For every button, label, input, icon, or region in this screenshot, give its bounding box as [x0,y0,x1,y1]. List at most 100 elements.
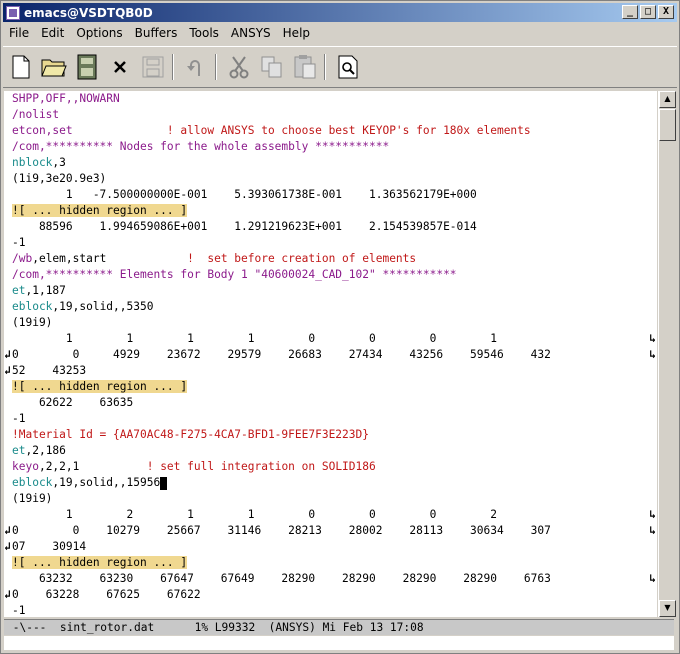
close-button[interactable]: X [658,5,674,19]
line-wrap-icon: ↳ [649,524,656,537]
save-as-button[interactable] [138,52,168,82]
minibuffer[interactable] [4,636,674,650]
scroll-down-arrow-icon[interactable]: ▼ [659,600,676,617]
editor-buffer[interactable]: SHPP,OFF,,NOWARN/nolist etcon,set ! allow… [4,91,657,617]
save-disk-icon [77,54,97,80]
tool-bar [3,46,677,88]
emacs-window: emacs@VSDTQB0D _ □ X File Edit Options B… [0,0,680,654]
menu-options[interactable]: Options [70,26,128,40]
code-token: ! set before creation of elements [106,252,417,265]
code-line[interactable]: -1 [4,235,657,251]
line-wrap-icon: ↳ [649,332,656,345]
menu-tools[interactable]: Tools [183,26,225,40]
code-line[interactable]: (1i9,3e20.9e3) [4,171,657,187]
cut-button[interactable] [224,52,254,82]
code-token: -1 [12,236,26,249]
code-token: /wb [12,252,33,265]
menu-help[interactable]: Help [277,26,316,40]
code-token: /com,********** Nodes for the whole asse… [12,140,390,153]
title-bar[interactable]: emacs@VSDTQB0D _ □ X [3,3,677,22]
search-button[interactable] [333,52,363,82]
code-line[interactable]: 1 1 1 1 0 0 0 1 ↳ [4,331,657,347]
code-line[interactable]: et,1,187 [4,283,657,299]
line-continuation-icon: ↲ [4,348,11,361]
code-token: /com,********** Elements for Body 1 "406… [12,268,457,281]
code-line[interactable]: ↲ 0 0 4929 23672 29579 26683 27434 43256 … [4,347,657,363]
menu-ansys[interactable]: ANSYS [225,26,277,40]
code-line[interactable]: /com,********** Nodes for the whole asse… [4,139,657,155]
code-line[interactable]: /wb,elem,start ! set before creation of … [4,251,657,267]
new-file-icon [12,55,30,79]
scroll-up-arrow-icon[interactable]: ▲ [659,91,676,108]
code-line[interactable]: et,2,186 [4,443,657,459]
code-line[interactable]: 1 2 1 1 0 0 0 2 ↳ [4,507,657,523]
new-file-button[interactable] [6,52,36,82]
code-token: keyo [12,460,39,473]
code-line[interactable]: 1 -7.500000000E-001 5.393061738E-001 1.3… [4,187,657,203]
toolbar-separator [324,54,326,80]
scrollbar-thumb[interactable] [659,109,676,141]
window-controls: _ □ X [622,5,674,19]
code-line[interactable]: ↲ 0 63228 67625 67622 [4,587,657,603]
close-x-icon [114,61,126,73]
code-token: eblock [12,476,53,489]
toolbar-separator [172,54,174,80]
hidden-region-marker: ![ ... hidden region ... ] [12,380,188,393]
code-token: -1 [12,412,26,425]
code-line[interactable]: -1 [4,603,657,617]
code-token: (1i9,3e20.9e3) [12,172,107,185]
code-token: et [12,284,26,297]
code-token: etcon,set [12,124,73,137]
code-line[interactable]: ![ ... hidden region ... ] [4,203,657,219]
code-token: 63232 63230 67647 67649 28290 28290 2829… [12,572,551,585]
code-token: (19i9) [12,492,53,505]
save-button[interactable] [72,52,102,82]
code-line[interactable]: (19i9) [4,315,657,331]
line-wrap-icon: ↳ [649,572,656,585]
code-line[interactable]: /com,********** Elements for Body 1 "406… [4,267,657,283]
minimize-button[interactable]: _ [622,5,638,19]
undo-button[interactable] [181,52,211,82]
code-line[interactable]: eblock,19,solid,,15956 [4,475,657,491]
menu-bar: File Edit Options Buffers Tools ANSYS He… [3,23,677,42]
code-line[interactable]: ↲ 0 0 10279 25667 31146 28213 28002 28113… [4,523,657,539]
code-line[interactable]: 62622 63635 [4,395,657,411]
code-line[interactable]: !Material Id = {AA70AC48-F275-4CA7-BFD1-… [4,427,657,443]
vertical-scrollbar[interactable]: ▲ ▼ [658,91,676,617]
code-line[interactable]: eblock,19,solid,,5350 [4,299,657,315]
menu-file[interactable]: File [3,26,35,40]
code-line[interactable]: (19i9) [4,491,657,507]
code-token: 1 -7.500000000E-001 5.393061738E-001 1.3… [12,188,477,201]
code-line[interactable]: -1 [4,411,657,427]
menu-buffers[interactable]: Buffers [129,26,184,40]
line-continuation-icon: ↲ [4,364,11,377]
code-line[interactable]: 63232 63230 67647 67649 28290 28290 2829… [4,571,657,587]
close-buffer-button[interactable] [105,52,135,82]
menu-edit[interactable]: Edit [35,26,70,40]
code-line[interactable]: /nolist [4,107,657,123]
copy-button[interactable] [257,52,287,82]
scissors-icon [229,56,249,79]
code-line[interactable]: SHPP,OFF,,NOWARN [4,91,657,107]
code-line[interactable]: etcon,set ! allow ANSYS to choose best K… [4,123,657,139]
code-line[interactable]: nblock,3 [4,155,657,171]
code-line[interactable]: keyo,2,2,1 ! set full integration on SOL… [4,459,657,475]
code-line[interactable]: 88596 1.994659086E+001 1.291219623E+001 … [4,219,657,235]
line-wrap-icon: ↳ [649,508,656,521]
code-token: !Material Id = {AA70AC48-F275-4CA7-BFD1-… [12,428,369,441]
open-folder-button[interactable] [39,52,69,82]
code-token: -1 [12,604,26,617]
code-token: ! set full integration on SOLID186 [79,460,376,473]
line-continuation-icon: ↲ [4,540,11,553]
code-line[interactable]: ![ ... hidden region ... ] [4,555,657,571]
code-line[interactable]: ↲ 52 43253 [4,363,657,379]
code-token: ,19,solid,,15956 [52,476,161,489]
save-disabled-icon [142,56,164,78]
code-line[interactable]: ↲ 07 30914 [4,539,657,555]
code-line[interactable]: ![ ... hidden region ... ] [4,379,657,395]
maximize-button[interactable]: □ [640,5,656,19]
line-continuation-icon: ↲ [4,588,11,601]
paste-button[interactable] [290,52,320,82]
emacs-app-icon [6,5,20,20]
code-token: 62622 63635 [12,396,134,409]
